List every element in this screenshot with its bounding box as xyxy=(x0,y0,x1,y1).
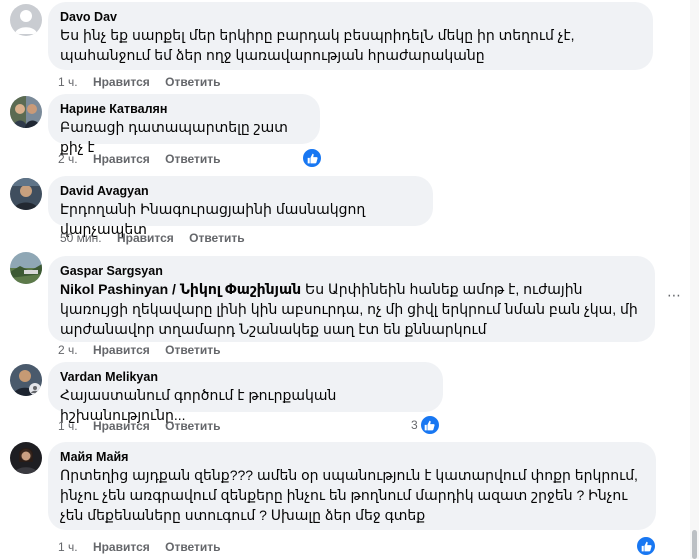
comment-time[interactable]: 2 ч. xyxy=(58,343,78,357)
avatar[interactable] xyxy=(10,178,42,210)
comments-thread: Davo Dav Ես ինչ եք սարքել մեր երկիրը բար… xyxy=(0,0,699,559)
avatar[interactable] xyxy=(10,96,42,128)
scrollbar-track[interactable] xyxy=(690,0,699,559)
tagged-profile[interactable]: Nikol Pashinyan / Նիկոլ Փաշինյան xyxy=(60,281,301,297)
comment-actions: 1 ч. Нравится Ответить xyxy=(58,418,233,434)
comment-author[interactable]: Майя Майя xyxy=(60,449,644,465)
comment-actions: 50 мин. Нравится Ответить xyxy=(60,230,257,246)
avatar[interactable] xyxy=(10,442,42,474)
reaction-summary[interactable] xyxy=(300,148,322,168)
comment-author[interactable]: David Avagyan xyxy=(60,183,421,199)
comment-time[interactable]: 1 ч. xyxy=(58,540,78,554)
reply-link[interactable]: Ответить xyxy=(165,152,220,166)
reply-link[interactable]: Ответить xyxy=(165,540,220,554)
comment-author[interactable]: Нарине Катвалян xyxy=(60,101,308,117)
comment-actions: 2 ч. Нравится Ответить xyxy=(58,342,233,358)
comment-time[interactable]: 2 ч. xyxy=(58,152,78,166)
comment-time[interactable]: 1 ч. xyxy=(58,75,78,89)
like-link[interactable]: Нравится xyxy=(93,540,150,554)
reaction-summary[interactable]: 3 xyxy=(411,415,440,435)
reaction-count: 3 xyxy=(411,418,418,432)
scrollbar-thumb[interactable] xyxy=(692,530,697,559)
comment-bubble: Davo Dav Ես ինչ եք սարքել մեր երկիրը բար… xyxy=(48,2,653,70)
comment-bubble: Майя Майя Որտեղից այդքան զենք??? ամեն օր… xyxy=(48,442,656,530)
avatar[interactable] xyxy=(10,252,42,284)
thumbs-up-icon xyxy=(419,415,440,435)
more-options-icon[interactable]: ⋯ xyxy=(667,287,682,304)
thumbs-up-icon xyxy=(636,536,656,556)
comment-bubble: Gaspar Sargsyan Nikol Pashinyan / Նիկոլ … xyxy=(48,256,655,342)
comment-actions: 2 ч. Нравится Ответить xyxy=(58,151,233,167)
comment-author[interactable]: Vardan Melikyan xyxy=(60,369,431,385)
like-link[interactable]: Нравится xyxy=(93,419,150,433)
reply-link[interactable]: Ответить xyxy=(165,343,220,357)
comment-actions: 1 ч. Нравится Ответить xyxy=(58,539,233,555)
comment-bubble: Vardan Melikyan Հայաստանում գործում է թո… xyxy=(48,362,443,423)
reply-link[interactable]: Ответить xyxy=(189,231,244,245)
comment-bubble: Нарине Катвалян Բառացի դատապարտելը շատ ք… xyxy=(48,94,320,155)
comment-author[interactable]: Davo Dav xyxy=(60,9,641,25)
reaction-summary[interactable] xyxy=(634,536,656,556)
comment-time[interactable]: 50 мин. xyxy=(60,231,102,245)
reply-link[interactable]: Ответить xyxy=(165,75,220,89)
reply-link[interactable]: Ответить xyxy=(165,419,220,433)
comment-text: Ես ինչ եք սարքել մեր երկիրը բարդակ բեսպր… xyxy=(60,27,575,63)
comment-text: Nikol Pashinyan / Նիկոլ Փաշինյան Ես Արփի… xyxy=(60,279,643,339)
avatar[interactable] xyxy=(10,364,42,396)
comment-text: Որտեղից այդքան զենք??? ամեն օր սպանությո… xyxy=(60,467,638,523)
avatar[interactable] xyxy=(10,4,42,36)
like-link[interactable]: Нравится xyxy=(93,75,150,89)
comment-time[interactable]: 1 ч. xyxy=(58,419,78,433)
like-link[interactable]: Нравится xyxy=(117,231,174,245)
comment-author[interactable]: Gaspar Sargsyan xyxy=(60,263,643,279)
comment-bubble: David Avagyan Էրդողանի Ինագուրացյաինի մա… xyxy=(48,176,433,237)
like-link[interactable]: Нравится xyxy=(93,343,150,357)
like-link[interactable]: Нравится xyxy=(93,152,150,166)
thumbs-up-icon xyxy=(302,148,322,168)
comment-actions: 1 ч. Нравится Ответить xyxy=(58,74,233,90)
